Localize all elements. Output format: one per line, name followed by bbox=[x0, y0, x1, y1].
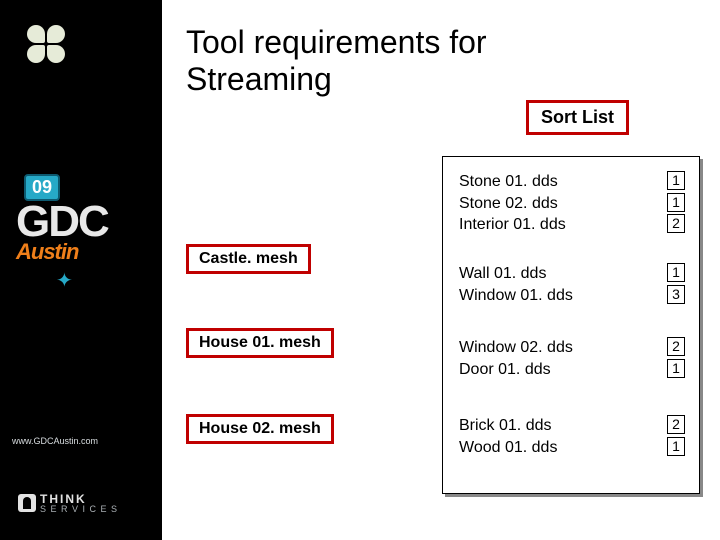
dds-name: Door 01. dds bbox=[459, 359, 573, 381]
dds-nums: 1 1 2 bbox=[667, 171, 685, 236]
star-icon: ✦ bbox=[56, 268, 73, 293]
dds-group-4: Brick 01. dds Wood 01. dds 2 1 bbox=[459, 415, 685, 458]
slide: 09 GDC Austin ✦ www.GDCAustin.com THINK … bbox=[0, 0, 720, 540]
content: Tool requirements for Streaming Sort Lis… bbox=[162, 0, 720, 540]
ref-count: 2 bbox=[667, 214, 685, 233]
dds-names: Wall 01. dds Window 01. dds bbox=[459, 263, 573, 306]
think-bot: S E R V I C E S bbox=[40, 504, 118, 514]
mesh-house01: House 01. mesh bbox=[186, 328, 334, 358]
gdc-badge: 09 GDC Austin bbox=[16, 174, 136, 265]
mesh-castle: Castle. mesh bbox=[186, 244, 311, 274]
ref-count: 1 bbox=[667, 359, 685, 378]
title-line1: Tool requirements for bbox=[186, 24, 487, 60]
dds-names: Brick 01. dds Wood 01. dds bbox=[459, 415, 557, 458]
dds-group-3: Window 02. dds Door 01. dds 2 1 bbox=[459, 337, 685, 380]
dds-names: Stone 01. dds Stone 02. dds Interior 01.… bbox=[459, 171, 566, 236]
dds-name: Wall 01. dds bbox=[459, 263, 573, 285]
dds-nums: 2 1 bbox=[667, 337, 685, 380]
clover-icon bbox=[24, 22, 70, 68]
think-icon bbox=[18, 494, 36, 512]
dds-name: Wood 01. dds bbox=[459, 437, 557, 459]
sidebar: 09 GDC Austin ✦ www.GDCAustin.com THINK … bbox=[0, 0, 162, 540]
ref-count: 1 bbox=[667, 171, 685, 190]
dds-name: Interior 01. dds bbox=[459, 214, 566, 236]
think-logo: THINK S E R V I C E S bbox=[40, 492, 118, 514]
dds-nums: 2 1 bbox=[667, 415, 685, 458]
ref-count: 3 bbox=[667, 285, 685, 304]
ref-count: 1 bbox=[667, 263, 685, 282]
title-line2: Streaming bbox=[186, 61, 332, 97]
dds-nums: 1 3 bbox=[667, 263, 685, 306]
slide-title: Tool requirements for Streaming bbox=[186, 24, 487, 98]
dds-group-1: Stone 01. dds Stone 02. dds Interior 01.… bbox=[459, 171, 685, 236]
dds-names: Window 02. dds Door 01. dds bbox=[459, 337, 573, 380]
ref-count: 1 bbox=[667, 437, 685, 456]
ref-count: 2 bbox=[667, 415, 685, 434]
dds-name: Stone 01. dds bbox=[459, 171, 566, 193]
ref-count: 2 bbox=[667, 337, 685, 356]
dds-name: Brick 01. dds bbox=[459, 415, 557, 437]
gdc-city: Austin bbox=[16, 239, 136, 265]
mesh-house02: House 02. mesh bbox=[186, 414, 334, 444]
dds-group-2: Wall 01. dds Window 01. dds 1 3 bbox=[459, 263, 685, 306]
dds-name: Stone 02. dds bbox=[459, 193, 566, 215]
sort-list-box: Sort List bbox=[526, 100, 629, 135]
ref-count: 1 bbox=[667, 193, 685, 212]
dds-name: Window 01. dds bbox=[459, 285, 573, 307]
dds-panel: Stone 01. dds Stone 02. dds Interior 01.… bbox=[442, 156, 700, 494]
gdc-url: www.GDCAustin.com bbox=[12, 436, 98, 446]
dds-name: Window 02. dds bbox=[459, 337, 573, 359]
